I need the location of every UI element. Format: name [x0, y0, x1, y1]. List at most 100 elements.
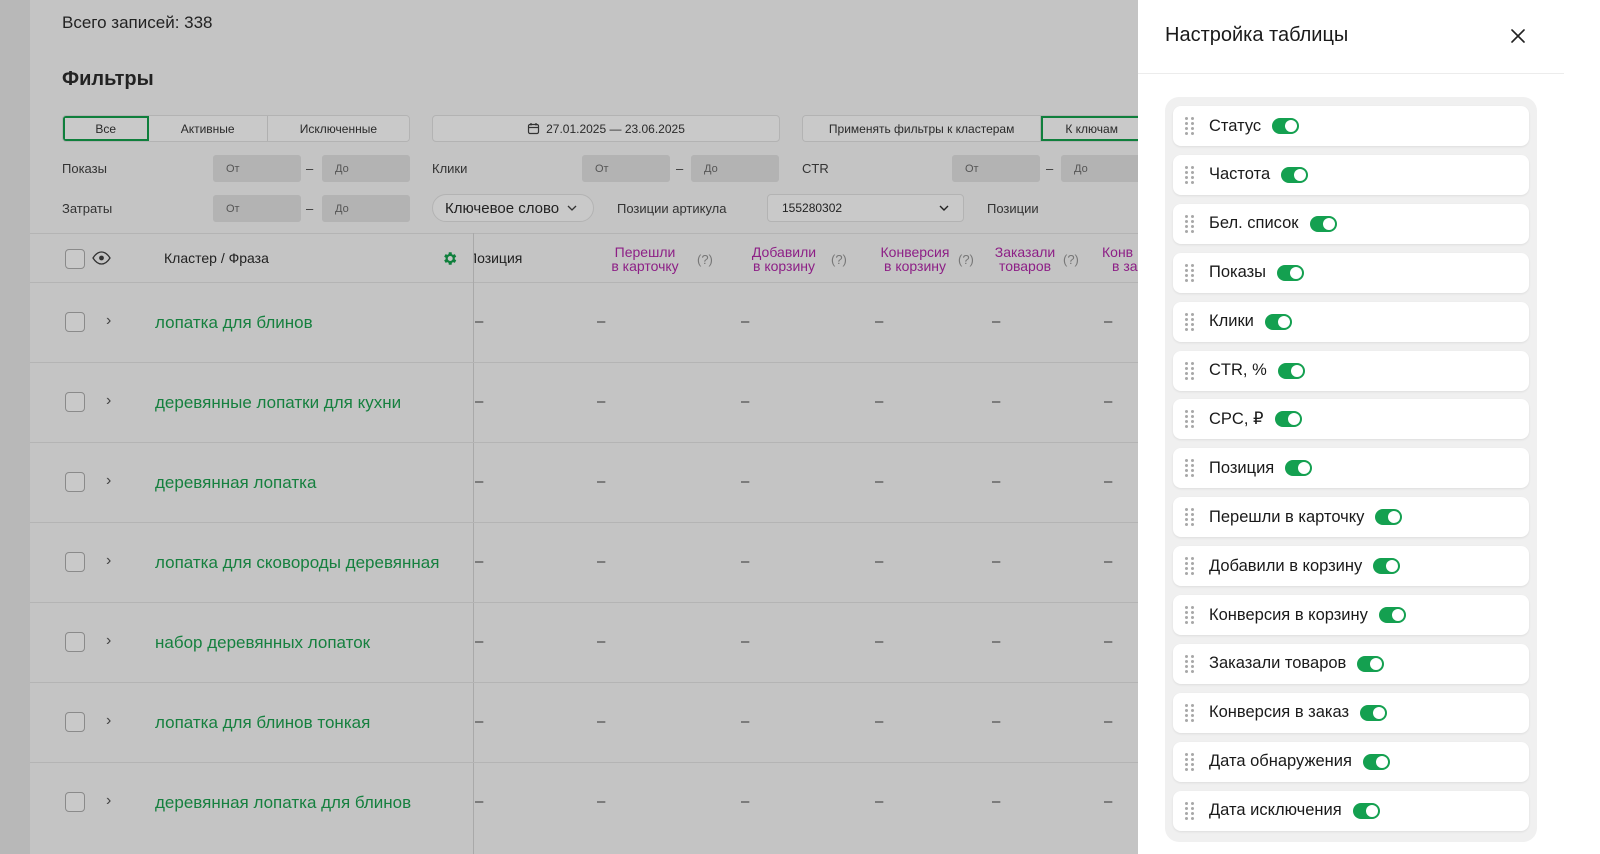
drag-handle-icon[interactable] [1185, 165, 1195, 184]
apply-to-keys-button[interactable]: К ключам [1041, 116, 1142, 141]
drag-handle-icon[interactable] [1185, 117, 1195, 135]
row-phrase[interactable]: деревянная лопатка для блинов [155, 793, 411, 813]
expand-chevron-icon[interactable]: › [106, 392, 111, 410]
help-icon[interactable]: (?) [958, 252, 974, 267]
row-phrase[interactable]: деревянные лопатки для кухни [155, 393, 401, 413]
expand-chevron-icon[interactable]: › [106, 472, 111, 490]
visibility-toggle[interactable] [1357, 655, 1385, 672]
drag-handle-icon[interactable] [1185, 263, 1195, 282]
expand-chevron-icon[interactable]: › [106, 712, 111, 730]
drag-handle-icon[interactable] [1185, 703, 1195, 722]
visibility-toggle[interactable] [1285, 460, 1313, 477]
help-icon[interactable]: (?) [697, 252, 713, 267]
column-setting-item[interactable]: CPC, ₽ [1173, 399, 1529, 440]
column-setting-item[interactable]: Частота [1173, 154, 1529, 195]
column-setting-item[interactable]: Клики [1173, 301, 1529, 342]
expand-chevron-icon[interactable]: › [106, 312, 111, 330]
drag-handle-icon[interactable] [1185, 410, 1195, 429]
visibility-toggle[interactable] [1360, 704, 1388, 721]
drag-handle-icon[interactable] [1185, 801, 1195, 820]
row-phrase[interactable]: набор деревянных лопаток [155, 633, 370, 653]
visibility-toggle[interactable] [1352, 802, 1380, 819]
row-checkbox[interactable] [65, 712, 85, 732]
date-range-picker[interactable]: 27.01.2025 — 23.06.2025 [432, 115, 780, 142]
drag-handle-icon[interactable] [1185, 557, 1195, 576]
header-conversion-to-cart[interactable]: Конверсия в корзину [874, 245, 956, 273]
clicks-to-input[interactable]: До [691, 155, 779, 182]
drag-handle-icon[interactable] [1185, 606, 1195, 624]
header-added-to-cart[interactable]: Добавили в корзину [745, 245, 823, 273]
table-row[interactable]: › лопатка для блинов – – – – – – [30, 283, 1140, 363]
table-row[interactable]: › лопатка для блинов тонкая – – – – – – [30, 683, 1140, 763]
row-phrase[interactable]: лопатка для блинов тонкая [155, 713, 370, 733]
visibility-toggle[interactable] [1274, 411, 1302, 428]
select-all-checkbox[interactable] [65, 249, 85, 269]
eye-icon[interactable] [92, 251, 111, 265]
table-row[interactable]: › набор деревянных лопаток – – – – – – [30, 603, 1140, 683]
row-checkbox[interactable] [65, 552, 85, 572]
header-went-to-card[interactable]: Перешли в карточку [604, 245, 686, 273]
header-conversion-to-order[interactable]: Конв в за [1102, 245, 1138, 273]
row-checkbox[interactable] [65, 632, 85, 652]
table-row[interactable]: › лопатка для сковороды деревянная – – –… [30, 523, 1140, 603]
row-phrase[interactable]: деревянная лопатка [155, 473, 316, 493]
shows-to-input[interactable]: До [322, 155, 410, 182]
row-checkbox[interactable] [65, 312, 85, 332]
column-setting-item[interactable]: Заказали товаров [1173, 643, 1529, 684]
visibility-toggle[interactable] [1373, 558, 1401, 575]
tab-excluded[interactable]: Исключенные [267, 116, 409, 141]
tab-all[interactable]: Все [63, 116, 149, 141]
column-setting-item[interactable]: Бел. список [1173, 203, 1529, 244]
costs-from-input[interactable]: От [213, 195, 301, 222]
drag-handle-icon[interactable] [1185, 752, 1195, 771]
column-setting-item[interactable]: Дата исключения [1173, 790, 1529, 831]
column-setting-item[interactable]: CTR, % [1173, 350, 1529, 391]
table-row[interactable]: › деревянные лопатки для кухни – – – – –… [30, 363, 1140, 443]
visibility-toggle[interactable] [1375, 509, 1403, 526]
header-ordered-items[interactable]: Заказали товаров [990, 245, 1060, 273]
gear-icon[interactable] [441, 250, 458, 267]
shows-from-input[interactable]: От [213, 155, 301, 182]
drag-handle-icon[interactable] [1185, 361, 1195, 380]
drag-handle-icon[interactable] [1185, 508, 1195, 527]
visibility-toggle[interactable] [1309, 215, 1337, 232]
drag-handle-icon[interactable] [1185, 312, 1195, 331]
column-setting-item[interactable]: Перешли в карточку [1173, 497, 1529, 538]
drag-handle-icon[interactable] [1185, 214, 1195, 233]
help-icon[interactable]: (?) [831, 252, 847, 267]
row-checkbox[interactable] [65, 792, 85, 812]
clicks-from-input[interactable]: От [582, 155, 670, 182]
costs-to-input[interactable]: До [322, 195, 410, 222]
row-phrase[interactable]: лопатка для сковороды деревянная [155, 553, 439, 573]
article-select[interactable]: 155280302 [767, 194, 964, 222]
tab-active[interactable]: Активные [148, 116, 268, 141]
expand-chevron-icon[interactable]: › [106, 552, 111, 570]
visibility-toggle[interactable] [1378, 607, 1406, 623]
expand-chevron-icon[interactable]: › [106, 792, 111, 810]
row-checkbox[interactable] [65, 472, 85, 492]
column-setting-item[interactable]: Добавили в корзину [1173, 546, 1529, 587]
drag-handle-icon[interactable] [1185, 654, 1195, 673]
apply-to-clusters-button[interactable]: Применять фильтры к кластерам [803, 116, 1042, 141]
visibility-toggle[interactable] [1362, 753, 1390, 770]
visibility-toggle[interactable] [1264, 313, 1292, 330]
table-row[interactable]: › деревянная лопатка – – – – – – [30, 443, 1140, 523]
column-setting-item[interactable]: Показы [1173, 252, 1529, 293]
visibility-toggle[interactable] [1272, 118, 1300, 134]
column-setting-item[interactable]: Статус [1173, 106, 1529, 146]
column-setting-item[interactable]: Конверсия в заказ [1173, 692, 1529, 733]
row-phrase[interactable]: лопатка для блинов [155, 313, 313, 333]
column-setting-item[interactable]: Дата обнаружения [1173, 741, 1529, 782]
expand-chevron-icon[interactable]: › [106, 632, 111, 650]
column-setting-item[interactable]: Конверсия в корзину [1173, 595, 1529, 635]
visibility-toggle[interactable] [1277, 264, 1305, 281]
visibility-toggle[interactable] [1277, 362, 1305, 379]
close-button[interactable] [1506, 24, 1530, 48]
visibility-toggle[interactable] [1281, 166, 1309, 183]
ctr-from-input[interactable]: От [952, 155, 1040, 182]
help-icon[interactable]: (?) [1063, 252, 1079, 267]
keyword-type-select[interactable]: Ключевое слово [432, 194, 594, 222]
row-checkbox[interactable] [65, 392, 85, 412]
column-setting-item[interactable]: Позиция [1173, 448, 1529, 489]
drag-handle-icon[interactable] [1185, 459, 1195, 478]
